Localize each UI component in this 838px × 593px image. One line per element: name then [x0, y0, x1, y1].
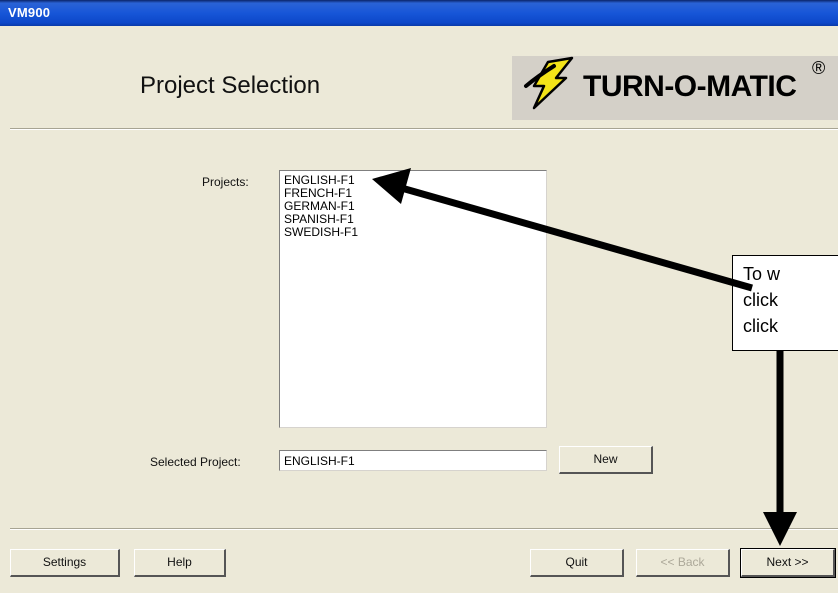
selected-project-label: Selected Project: — [150, 455, 241, 469]
callout-line: To w — [743, 264, 781, 284]
quit-button[interactable]: Quit — [530, 549, 624, 577]
back-button[interactable]: << Back — [636, 549, 730, 577]
instruction-callout: To w click click — [732, 255, 838, 351]
callout-line: click — [743, 290, 778, 310]
callout-line: click — [743, 316, 778, 336]
title-bar[interactable]: VM900 — [0, 0, 838, 26]
page-title: Project Selection — [140, 72, 321, 99]
logo-text: TURN-O-MATIC — [583, 70, 797, 103]
top-divider — [10, 128, 838, 130]
new-button[interactable]: New — [559, 446, 653, 474]
projects-listbox[interactable]: ENGLISH-F1 FRENCH-F1 GERMAN-F1 SPANISH-F… — [279, 170, 547, 428]
help-button[interactable]: Help — [134, 549, 226, 577]
next-button[interactable]: Next >> — [740, 548, 836, 578]
registered-mark: ® — [812, 58, 826, 78]
list-item[interactable]: SWEDISH-F1 — [280, 226, 546, 239]
window-title: VM900 — [8, 5, 51, 20]
lightning-bolt-icon — [524, 56, 574, 110]
app-window: VM900 Project Selection TURN-O-MATIC ® P… — [0, 0, 838, 593]
projects-label: Projects: — [202, 175, 249, 189]
settings-button[interactable]: Settings — [10, 549, 120, 577]
bottom-divider — [10, 528, 838, 530]
brand-logo: TURN-O-MATIC ® — [512, 56, 838, 120]
selected-project-field[interactable]: ENGLISH-F1 — [279, 450, 547, 471]
